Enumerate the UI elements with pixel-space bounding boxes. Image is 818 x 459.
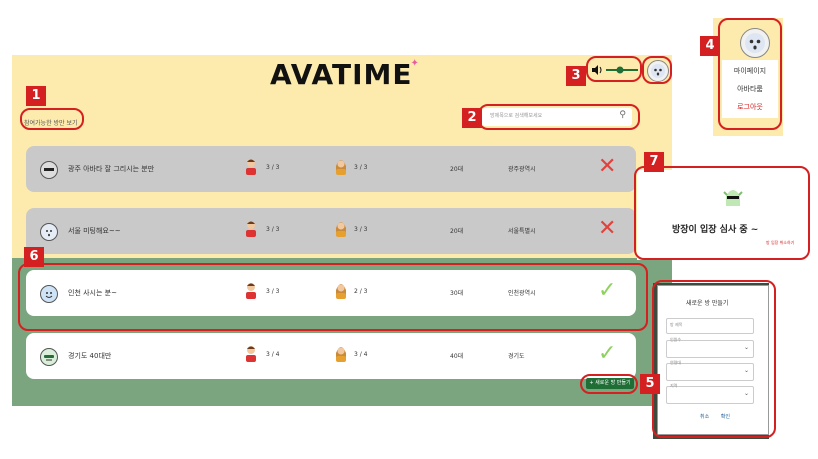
room-avatar-icon [40,161,58,179]
room-full-icon: ✕ [598,154,617,179]
male-count: 3 / 3 [266,164,280,171]
male-user-icon [244,158,258,180]
room-full-icon: ✕ [598,216,617,241]
female-count: 3 / 3 [354,226,368,233]
room-age-range: 20대 [450,166,464,173]
room-age-range: 40대 [450,353,464,360]
female-user-icon [334,345,348,367]
callout-box-3 [586,56,642,82]
room-available-icon: ✓ [598,341,617,366]
room-region: 서울특별시 [508,228,536,235]
app-logo: AVATIME✦ [270,58,420,91]
callout-box-6 [18,263,648,331]
callout-number-2: 2 [462,108,482,128]
callout-box-1 [20,108,84,130]
room-row[interactable]: 광주 아바타 잘 그리시는 분만 3 / 3 3 / 3 20대 광주광역시 ✕ [26,146,636,192]
male-count: 3 / 4 [266,351,280,358]
room-avatar-icon [40,348,58,366]
callout-box-7 [634,166,810,260]
female-user-icon [334,158,348,180]
room-row[interactable]: 경기도 40대만 3 / 4 3 / 4 40대 경기도 ✓ [26,333,636,379]
female-user-icon [334,220,348,242]
female-count: 3 / 3 [354,164,368,171]
room-region: 광주광역시 [508,166,536,173]
callout-number-4: 4 [700,36,720,56]
female-count: 3 / 4 [354,351,368,358]
room-avatar-icon [40,223,58,241]
room-region: 경기도 [508,353,525,360]
callout-number-3: 3 [566,66,586,86]
room-title: 서울 미팅해요~~ [68,227,121,235]
callout-number-5: 5 [640,374,660,394]
callout-box-avatar [642,56,672,84]
room-age-range: 20대 [450,228,464,235]
callout-number-6: 6 [24,247,44,267]
male-user-icon [244,220,258,242]
room-row[interactable]: 서울 미팅해요~~ 3 / 3 3 / 3 20대 서울특별시 ✕ [26,208,636,254]
callout-box-5-button [580,374,638,394]
room-title: 광주 아바타 잘 그리시는 분만 [68,165,155,173]
callout-box-2 [478,104,640,130]
room-title: 경기도 40대만 [68,352,112,360]
callout-number-1: 1 [26,86,46,106]
male-user-icon [244,345,258,367]
callout-number-7: 7 [644,152,664,172]
callout-box-4 [718,18,782,130]
callout-box-5-form [652,280,776,438]
male-count: 3 / 3 [266,226,280,233]
